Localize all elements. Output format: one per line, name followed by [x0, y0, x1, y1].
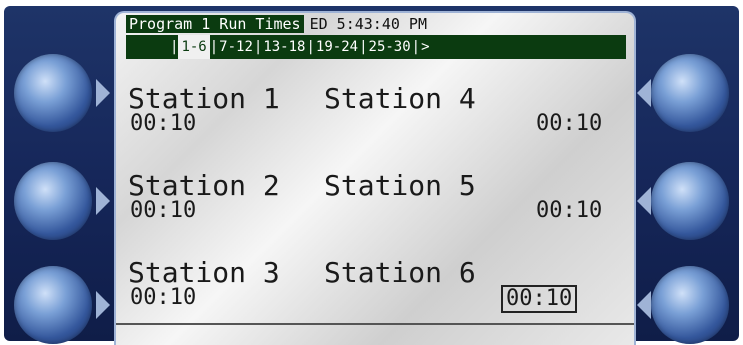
station-6-label: Station 6	[324, 256, 476, 289]
softkey-left-2-pointer	[96, 187, 110, 215]
softkey-right-3[interactable]	[651, 266, 729, 344]
softkey-right-1[interactable]	[651, 54, 729, 132]
softkey-left-3[interactable]	[14, 266, 92, 344]
softkey-right-2-pointer	[637, 187, 651, 215]
station-5-time[interactable]: 00:10	[536, 198, 602, 224]
display-header: Program 1 Run Times ED 5:43:40 PM	[126, 15, 616, 33]
tab-19-24[interactable]: 19-24	[315, 35, 359, 59]
softkey-left-1[interactable]	[14, 54, 92, 132]
tab-next[interactable]: >	[420, 35, 430, 59]
softkey-left-3-pointer	[96, 291, 110, 319]
tab-1-6[interactable]: 1-6	[178, 35, 210, 59]
lcd-display: Program 1 Run Times ED 5:43:40 PM | 1-6 |7-…	[114, 11, 636, 345]
station-5-label: Station 5	[324, 169, 476, 202]
station-2-time[interactable]: 00:10	[130, 198, 196, 224]
footer-divider	[116, 323, 634, 325]
softkey-right-2[interactable]	[651, 162, 729, 240]
station-4-time[interactable]: 00:10	[536, 111, 602, 137]
tab-7-12[interactable]: 7-12	[218, 35, 254, 59]
station-range-tabs: | 1-6 |7-12|13-18|19-24|25-30|>	[126, 35, 626, 59]
page-title: Program 1 Run Times	[126, 15, 304, 33]
tab-13-18[interactable]: 13-18	[262, 35, 306, 59]
station-6-time-selected[interactable]: 00:10	[501, 285, 578, 313]
clock-readout: ED 5:43:40 PM	[309, 15, 427, 33]
station-4-label: Station 4	[324, 82, 476, 115]
softkey-left-2[interactable]	[14, 162, 92, 240]
softkey-right-3-pointer	[637, 291, 651, 319]
station-3-time[interactable]: 00:10	[130, 285, 196, 311]
softkey-left-1-pointer	[96, 79, 110, 107]
tab-25-30[interactable]: 25-30	[368, 35, 412, 59]
station-1-time[interactable]: 00:10	[130, 111, 196, 137]
softkey-right-1-pointer	[637, 79, 651, 107]
